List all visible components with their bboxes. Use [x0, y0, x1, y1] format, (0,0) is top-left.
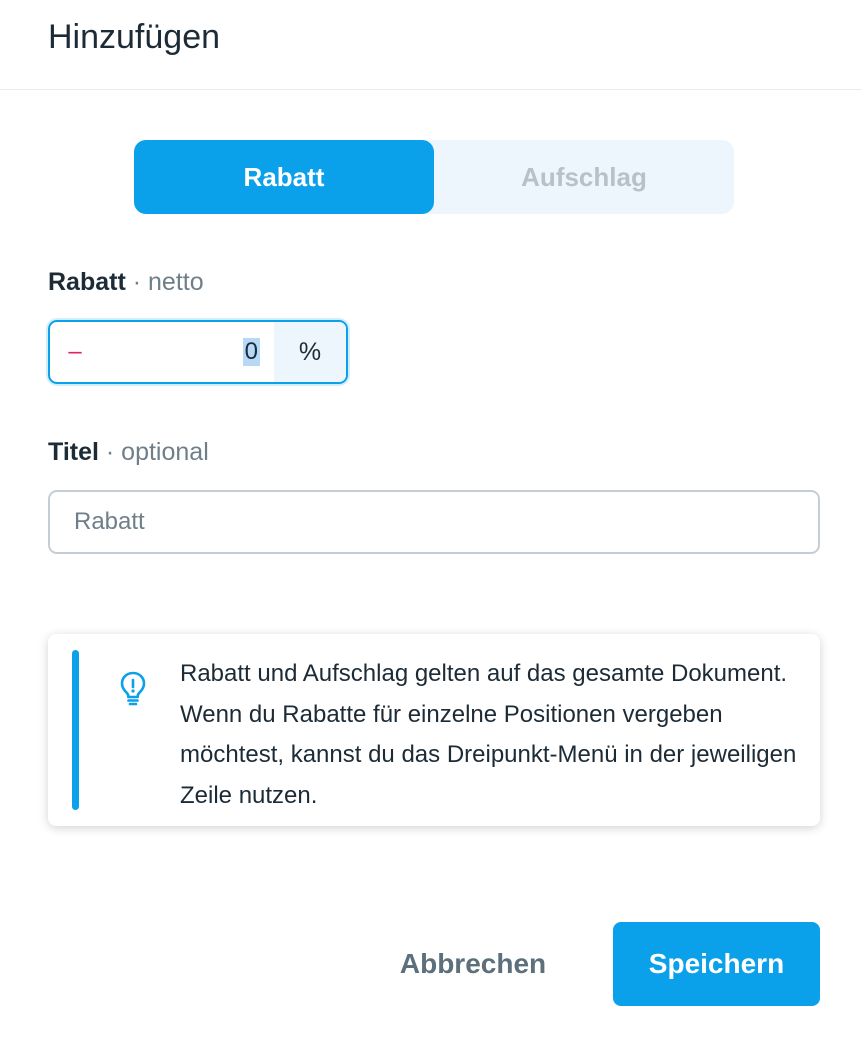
amount-label: Rabatt [48, 268, 126, 296]
dialog-header: Hinzufügen [0, 0, 861, 90]
title-label-suffix: · optional [105, 438, 209, 466]
toggle-option-discount[interactable]: Rabatt [134, 140, 434, 214]
info-text: Rabatt und Aufschlag gelten auf das gesa… [180, 660, 797, 809]
title-label: Titel [48, 438, 99, 466]
discount-amount-input[interactable]: – 0 % [48, 320, 348, 384]
amount-value[interactable]: 0 [100, 322, 274, 382]
title-input[interactable] [48, 490, 820, 554]
add-discount-dialog: Hinzufügen Rabatt Aufschlag Rabatt · net… [0, 0, 861, 1037]
cancel-button[interactable]: Abbrechen [380, 922, 566, 1006]
info-notice: Rabatt und Aufschlag gelten auf das gesa… [48, 634, 820, 826]
amount-field-label: Rabatt · netto [48, 268, 204, 297]
amount-value-text: 0 [242, 338, 260, 366]
lightbulb-icon [120, 671, 146, 706]
title-field-label: Titel · optional [48, 438, 209, 467]
percent-unit-button[interactable]: % [274, 322, 346, 382]
amount-label-suffix: · netto [132, 268, 204, 296]
save-button[interactable]: Speichern [613, 922, 820, 1006]
toggle-option-surcharge[interactable]: Aufschlag [434, 140, 734, 214]
dialog-title: Hinzufügen [48, 18, 221, 56]
discount-surcharge-toggle: Rabatt Aufschlag [134, 140, 734, 214]
info-accent-bar [72, 650, 79, 810]
minus-sign: – [68, 338, 82, 365]
